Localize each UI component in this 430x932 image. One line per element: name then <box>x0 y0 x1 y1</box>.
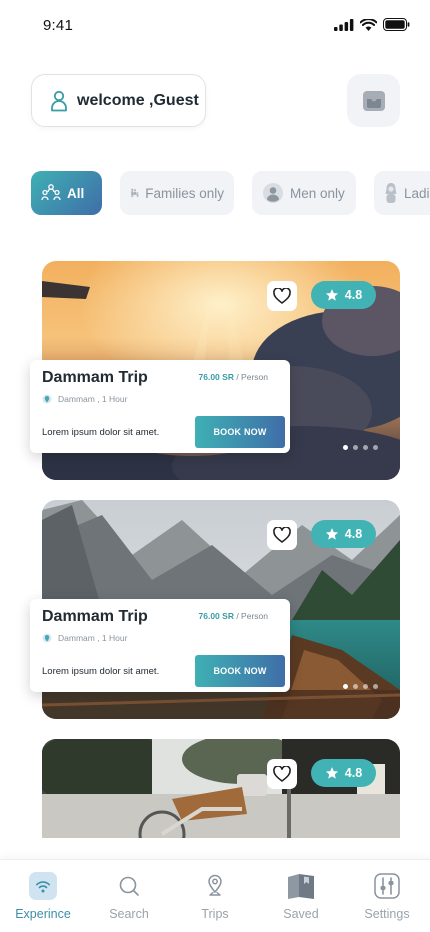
trip-price: 76.00 SR / Person <box>199 372 268 382</box>
group-icon <box>41 184 61 201</box>
pager-dot[interactable] <box>363 445 368 450</box>
trip-card[interactable]: 4.8 <box>42 739 400 838</box>
inbox-button[interactable] <box>347 74 400 127</box>
trip-list: 4.8 Dammam Trip 76.00 SR / Person Dammam… <box>0 240 430 838</box>
trip-info-panel: Dammam Trip 76.00 SR / Person Dammam , 1… <box>30 599 290 692</box>
filter-chip-label: Men only <box>290 185 345 201</box>
bookmark-icon <box>287 872 315 900</box>
pager-dot[interactable] <box>343 684 348 689</box>
trip-title: Dammam Trip <box>42 369 148 386</box>
image-pager-dots <box>343 684 378 689</box>
family-icon <box>131 188 139 198</box>
trip-price-unit: / Person <box>233 611 268 621</box>
nav-label: Search <box>109 907 149 921</box>
star-icon <box>325 767 338 779</box>
trip-location-text: Dammam , 1 Hour <box>58 394 128 404</box>
heart-icon <box>273 288 291 304</box>
wifi-status-icon <box>360 18 377 31</box>
filter-chip-all[interactable]: All <box>31 171 102 215</box>
nav-label: Experince <box>15 907 71 921</box>
rating-value: 4.8 <box>344 288 363 302</box>
status-bar: 9:41 <box>0 0 430 52</box>
street-bicycle-photo <box>42 739 400 838</box>
nav-item-trips[interactable]: Trips <box>172 872 258 921</box>
trip-price-unit: / Person <box>233 372 268 382</box>
filter-bar: All Families only Men only Ladie <box>31 171 430 215</box>
welcome-text: welcome ,Guest <box>77 91 199 109</box>
favorite-button[interactable] <box>267 759 297 789</box>
book-now-button[interactable]: BOOK NOW <box>195 416 285 448</box>
favorite-button[interactable] <box>267 520 297 550</box>
nav-label: Settings <box>364 907 410 921</box>
sliders-icon <box>373 872 401 900</box>
rating-badge: 4.8 <box>311 759 376 787</box>
filter-chip-men[interactable]: Men only <box>252 171 356 215</box>
nav-item-experince[interactable]: Experince <box>0 872 86 921</box>
pager-dot[interactable] <box>353 445 358 450</box>
location-pin-icon <box>42 633 52 643</box>
woman-icon <box>385 183 397 203</box>
inbox-icon <box>362 90 385 111</box>
image-pager-dots <box>343 445 378 450</box>
rating-value: 4.8 <box>344 766 363 780</box>
star-icon <box>325 289 338 301</box>
trip-location: Dammam , 1 Hour <box>42 633 127 643</box>
heart-icon <box>273 527 291 543</box>
pager-dot[interactable] <box>363 684 368 689</box>
nav-label: Trips <box>201 907 229 921</box>
user-icon <box>51 90 67 111</box>
filter-chip-label: All <box>67 185 85 201</box>
nav-item-settings[interactable]: Settings <box>344 872 430 921</box>
battery-icon <box>383 18 410 31</box>
filter-chip-families[interactable]: Families only <box>120 171 234 215</box>
nav-item-saved[interactable]: Saved <box>258 872 344 921</box>
trip-location-text: Dammam , 1 Hour <box>58 633 128 643</box>
heart-icon <box>273 766 291 782</box>
pager-dot[interactable] <box>373 684 378 689</box>
pager-dot[interactable] <box>373 445 378 450</box>
location-pin-icon <box>42 394 52 404</box>
nav-label: Saved <box>283 907 319 921</box>
pager-dot[interactable] <box>353 684 358 689</box>
rating-value: 4.8 <box>344 527 363 541</box>
star-icon <box>325 528 338 540</box>
search-icon <box>115 872 143 900</box>
nav-item-search[interactable]: Search <box>86 872 172 921</box>
trip-description: Lorem ipsum dolor sit amet. <box>42 666 160 677</box>
trip-info-panel: Dammam Trip 76.00 SR / Person Dammam , 1… <box>30 360 290 453</box>
man-icon <box>263 183 283 203</box>
filter-chip-ladies[interactable]: Ladie <box>374 171 430 215</box>
rating-badge: 4.8 <box>311 520 376 548</box>
trip-description: Lorem ipsum dolor sit amet. <box>42 427 160 438</box>
trip-price-value: 76.00 SR <box>198 372 234 382</box>
bottom-nav: Experince Search Trips Saved Settings <box>0 859 430 932</box>
signal-icon <box>334 18 354 31</box>
wifi-icon <box>29 872 57 900</box>
trip-title: Dammam Trip <box>42 608 148 625</box>
filter-chip-label: Ladie <box>404 185 430 201</box>
map-pin-icon <box>201 872 229 900</box>
book-now-button[interactable]: BOOK NOW <box>195 655 285 687</box>
trip-price-value: 76.00 SR <box>198 611 234 621</box>
status-icons <box>334 18 410 31</box>
favorite-button[interactable] <box>267 281 297 311</box>
trip-price: 76.00 SR / Person <box>199 611 268 621</box>
welcome-user-button[interactable]: welcome ,Guest <box>31 74 206 127</box>
trip-location: Dammam , 1 Hour <box>42 394 127 404</box>
pager-dot[interactable] <box>343 445 348 450</box>
filter-chip-label: Families only <box>145 185 224 201</box>
status-time: 9:41 <box>43 17 73 34</box>
rating-badge: 4.8 <box>311 281 376 309</box>
